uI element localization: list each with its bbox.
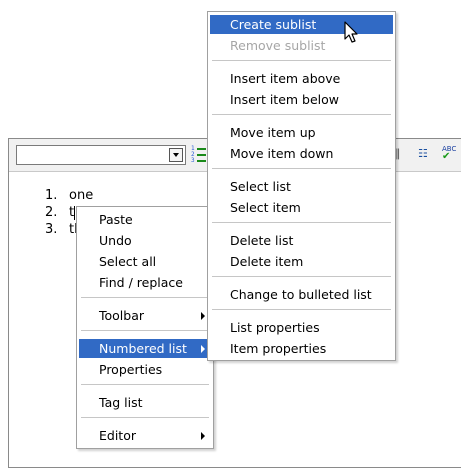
menu-separator bbox=[81, 330, 209, 331]
menu-item-tag-list[interactable]: Tag list bbox=[79, 393, 211, 412]
menu-item-delete-list[interactable]: Delete list bbox=[210, 231, 393, 250]
submenu-arrow-icon bbox=[201, 432, 205, 440]
list-item-text: one bbox=[69, 188, 94, 203]
list-number: 3. bbox=[45, 222, 58, 237]
menu-item-numbered-list[interactable]: Numbered list bbox=[79, 339, 211, 358]
menu-item-undo[interactable]: Undo bbox=[79, 231, 211, 250]
menu-item-properties[interactable]: Properties bbox=[79, 360, 211, 379]
menu-separator bbox=[81, 417, 209, 418]
list-number: 1. bbox=[45, 188, 58, 203]
mouse-pointer-icon bbox=[344, 21, 358, 43]
context-menu: Paste Undo Select all Find / replace Too… bbox=[76, 206, 214, 449]
menu-item-item-properties[interactable]: Item properties bbox=[210, 339, 393, 358]
menu-item-select-list[interactable]: Select list bbox=[210, 177, 393, 196]
menu-separator bbox=[212, 222, 391, 223]
menu-separator bbox=[212, 114, 391, 115]
menu-item-select-item[interactable]: Select item bbox=[210, 198, 393, 217]
menu-item-remove-sublist: Remove sublist bbox=[230, 38, 326, 53]
menu-item-move-up[interactable]: Move item up bbox=[210, 123, 393, 142]
menu-item-move-down[interactable]: Move item down bbox=[210, 144, 393, 163]
menu-item-insert-below[interactable]: Insert item below bbox=[210, 90, 393, 109]
text-caret bbox=[74, 205, 76, 220]
menu-separator bbox=[212, 276, 391, 277]
menu-item-label: Numbered list bbox=[99, 341, 187, 356]
menu-item-paste[interactable]: Paste bbox=[79, 210, 211, 229]
menu-item-list-properties[interactable]: List properties bbox=[210, 318, 393, 337]
spellcheck-icon[interactable]: ABC ✔ bbox=[442, 145, 456, 162]
menu-separator bbox=[212, 60, 391, 61]
menu-item-label: Toolbar bbox=[99, 308, 145, 323]
numbered-list-submenu: Create sublist Remove sublist Insert ite… bbox=[207, 11, 396, 361]
chevron-down-icon[interactable] bbox=[169, 148, 183, 162]
menu-separator bbox=[212, 168, 391, 169]
menu-item-label: Editor bbox=[99, 428, 136, 443]
menu-item-create-sublist[interactable]: Create sublist bbox=[210, 15, 393, 34]
menu-separator bbox=[212, 309, 391, 310]
menu-item-insert-above[interactable]: Insert item above bbox=[210, 69, 393, 88]
submenu-arrow-icon bbox=[201, 312, 205, 320]
menu-item-delete-item[interactable]: Delete item bbox=[210, 252, 393, 271]
menu-item-find-replace[interactable]: Find / replace bbox=[79, 273, 211, 292]
menu-separator bbox=[81, 297, 209, 298]
menu-item-toolbar[interactable]: Toolbar bbox=[79, 306, 211, 325]
list-item[interactable]: 1. one bbox=[45, 187, 93, 204]
menu-item-change-bulleted[interactable]: Change to bulleted list bbox=[210, 285, 393, 304]
submenu-arrow-icon bbox=[201, 345, 205, 353]
format-select[interactable] bbox=[16, 145, 186, 165]
menu-item-select-all[interactable]: Select all bbox=[79, 252, 211, 271]
list-number: 2. bbox=[45, 205, 58, 220]
menu-item-editor[interactable]: Editor bbox=[79, 426, 211, 445]
menu-separator bbox=[81, 384, 209, 385]
tree-icon[interactable]: ☷ bbox=[418, 147, 428, 161]
